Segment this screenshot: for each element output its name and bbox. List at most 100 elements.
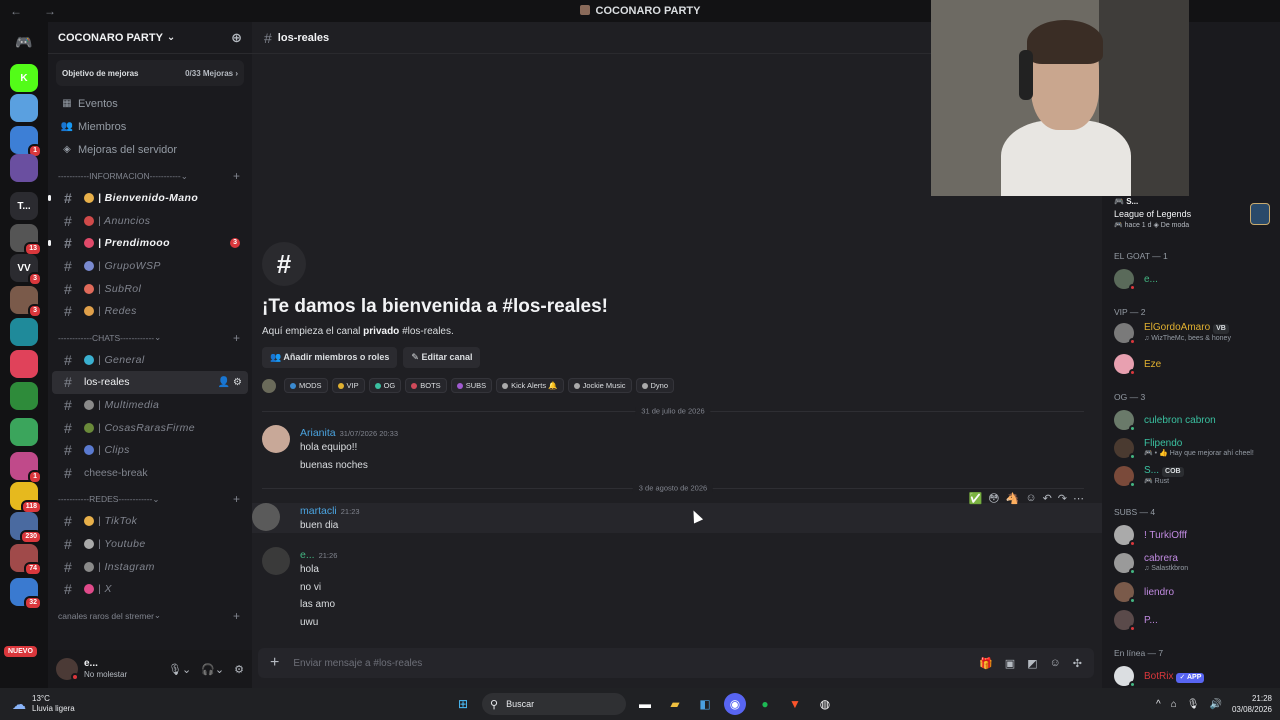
channel-item[interactable]: # | Instagram bbox=[52, 555, 248, 578]
channel-item[interactable]: # | Multimedia bbox=[52, 394, 248, 417]
sidebar-item-2[interactable]: ◈ Mejoras del servidor bbox=[48, 138, 252, 161]
role-chip[interactable]: VIP bbox=[331, 378, 365, 393]
edit-channel-button[interactable]: ✎ Editar canal bbox=[403, 347, 481, 368]
folder-icon[interactable] bbox=[10, 418, 38, 446]
obs-icon[interactable]: ◍ bbox=[814, 693, 836, 715]
microphone-tray-icon[interactable]: 🎙 bbox=[1187, 699, 1200, 710]
emoji-icon[interactable]: ☺ bbox=[1050, 657, 1061, 670]
server-icon[interactable]: 1 bbox=[10, 452, 42, 484]
category-chats[interactable]: ------------CHATS------------ ⌄ + bbox=[48, 327, 252, 349]
role-chip[interactable]: OG bbox=[368, 378, 402, 393]
gif-icon[interactable]: ▣ bbox=[1005, 657, 1015, 670]
invite-icon[interactable]: 👤 bbox=[218, 377, 233, 388]
channel-item[interactable]: # | TikTok bbox=[52, 510, 248, 533]
channel-item[interactable]: # | Redes bbox=[52, 300, 248, 323]
add-members-button[interactable]: 👥 Añadir miembros o roles bbox=[262, 347, 398, 368]
server-icon[interactable]: 32 bbox=[10, 578, 42, 610]
role-chip[interactable]: SUBS bbox=[450, 378, 493, 393]
more-icon[interactable]: ⋯ bbox=[1073, 492, 1084, 505]
taskbar-search[interactable]: ⚲ Buscar bbox=[482, 693, 626, 715]
server-icon[interactable] bbox=[10, 382, 38, 410]
activity-card[interactable]: 🎮 S... League of Legends 🎮 hace 1 d ◈ De… bbox=[1114, 197, 1274, 229]
server-icon[interactable] bbox=[10, 318, 38, 346]
brave-icon[interactable]: ▼ bbox=[784, 693, 806, 715]
message-author[interactable]: e... bbox=[300, 549, 315, 561]
channel-item[interactable]: # | Prendimooo 3 bbox=[48, 232, 248, 255]
server-icon[interactable]: T... bbox=[10, 192, 38, 220]
member-item[interactable]: BotRix ✓ APP bbox=[1114, 666, 1279, 688]
message-author[interactable]: Arianita bbox=[300, 427, 336, 439]
role-chip[interactable]: MODS bbox=[284, 378, 328, 393]
server-icon[interactable]: 74 bbox=[10, 544, 42, 576]
member-item[interactable]: ElGordoAmaro VB ♫ WizTheMc, bees & honey bbox=[1114, 321, 1279, 345]
channel-item[interactable]: # | Clips bbox=[52, 439, 248, 462]
windows-start-icon[interactable]: ⊞ bbox=[452, 693, 474, 715]
file-explorer-icon[interactable]: ▰ bbox=[664, 693, 686, 715]
user-info[interactable]: e... No molestar bbox=[84, 658, 127, 680]
channel-item[interactable]: # | Bienvenido-Mano bbox=[48, 187, 248, 210]
server-icon[interactable]: VV 3 bbox=[10, 254, 42, 286]
invite-people-icon[interactable]: ⊕ bbox=[231, 30, 242, 46]
server-icon[interactable]: 3 bbox=[10, 286, 42, 318]
network-icon[interactable]: ⌂ bbox=[1171, 699, 1177, 710]
create-channel-icon[interactable]: + bbox=[233, 492, 240, 506]
kick-icon[interactable]: K bbox=[10, 64, 38, 92]
server-icon[interactable]: 118 bbox=[10, 482, 42, 514]
upload-plus-icon[interactable]: + bbox=[270, 654, 279, 672]
sticker-icon[interactable]: ◩ bbox=[1027, 657, 1037, 670]
server-icon[interactable] bbox=[10, 154, 38, 182]
channel-item[interactable]: # | SubRol bbox=[52, 277, 248, 300]
category-informacion[interactable]: -----------INFORMACION----------- ⌄ + bbox=[48, 165, 252, 187]
server-icon[interactable]: 13 bbox=[10, 224, 42, 256]
create-channel-icon[interactable]: + bbox=[233, 609, 240, 623]
member-item[interactable]: culebron cabron bbox=[1114, 410, 1279, 432]
add-reaction-icon[interactable]: ☺ bbox=[1025, 492, 1036, 505]
spotify-icon[interactable]: ● bbox=[754, 693, 776, 715]
forward-icon[interactable]: ↷ bbox=[1058, 492, 1067, 505]
server-icon[interactable] bbox=[10, 350, 38, 378]
discord-app-icon[interactable]: ◉ bbox=[724, 693, 746, 715]
channel-item[interactable]: # | GrupoWSP bbox=[52, 255, 248, 278]
role-chip[interactable]: Dyno bbox=[635, 378, 675, 393]
member-item[interactable]: e... bbox=[1114, 269, 1279, 291]
clock[interactable]: 21:28 03/08/2026 bbox=[1232, 693, 1272, 715]
channel-item[interactable]: # cheese-break bbox=[52, 462, 248, 485]
role-chip[interactable]: BOTS bbox=[405, 378, 447, 393]
guild-header[interactable]: COCONARO PARTY ⌄ ⊕ bbox=[48, 22, 252, 54]
gift-icon[interactable]: 🎁 bbox=[979, 657, 993, 670]
avatar[interactable] bbox=[262, 547, 290, 575]
create-channel-icon[interactable]: + bbox=[233, 331, 240, 345]
channel-item[interactable]: # | X bbox=[52, 578, 248, 601]
server-icon[interactable]: 230 bbox=[10, 512, 42, 544]
channel-item[interactable]: # | CosasRarasFirme bbox=[52, 416, 248, 439]
sidebar-item-0[interactable]: ▦ Eventos bbox=[48, 92, 252, 115]
category-canales-raros[interactable]: canales raros del stremer ⌄ + bbox=[48, 605, 252, 627]
headphones-icon[interactable]: 🎧⌄ bbox=[201, 663, 224, 676]
back-arrow-icon[interactable]: ← bbox=[10, 4, 34, 18]
weather-widget[interactable]: ☁ 13°C Lluvia ligera bbox=[12, 694, 75, 714]
member-item[interactable]: Eze bbox=[1114, 354, 1279, 376]
reply-icon[interactable]: ↶ bbox=[1043, 492, 1052, 505]
emoji-reaction-icon[interactable]: 😳 bbox=[988, 492, 999, 505]
task-view-icon[interactable]: ▬ bbox=[634, 693, 656, 715]
avatar[interactable] bbox=[262, 425, 290, 453]
role-chip[interactable]: Kick Alerts 🔔 bbox=[496, 378, 564, 393]
avatar[interactable] bbox=[56, 658, 79, 681]
message-input[interactable]: Enviar mensaje a #los-reales bbox=[293, 658, 422, 669]
emoji-reaction-icon[interactable]: 🐴 bbox=[1006, 492, 1020, 505]
channel-item[interactable]: # | Anuncios bbox=[52, 210, 248, 233]
create-channel-icon[interactable]: + bbox=[233, 169, 240, 183]
role-chip[interactable]: Jockie Music bbox=[567, 378, 632, 393]
store-icon[interactable]: ◧ bbox=[694, 693, 716, 715]
microphone-icon[interactable]: 🎙⌄ bbox=[168, 663, 191, 676]
discord-icon[interactable]: 🎮 bbox=[10, 28, 38, 56]
sidebar-item-1[interactable]: 👥 Miembros bbox=[48, 115, 252, 138]
member-item[interactable]: ! TurkiOfff bbox=[1114, 525, 1279, 547]
volume-icon[interactable]: 🔊 bbox=[1210, 699, 1222, 710]
channel-item[interactable]: # | General bbox=[52, 349, 248, 372]
member-item[interactable]: liendro bbox=[1114, 582, 1279, 604]
forward-arrow-icon[interactable]: → bbox=[44, 4, 68, 18]
channel-item[interactable]: # | Youtube bbox=[52, 533, 248, 556]
message-author[interactable]: martacli bbox=[300, 505, 337, 517]
member-item[interactable]: S... COB 🎮 Rust bbox=[1114, 464, 1279, 488]
